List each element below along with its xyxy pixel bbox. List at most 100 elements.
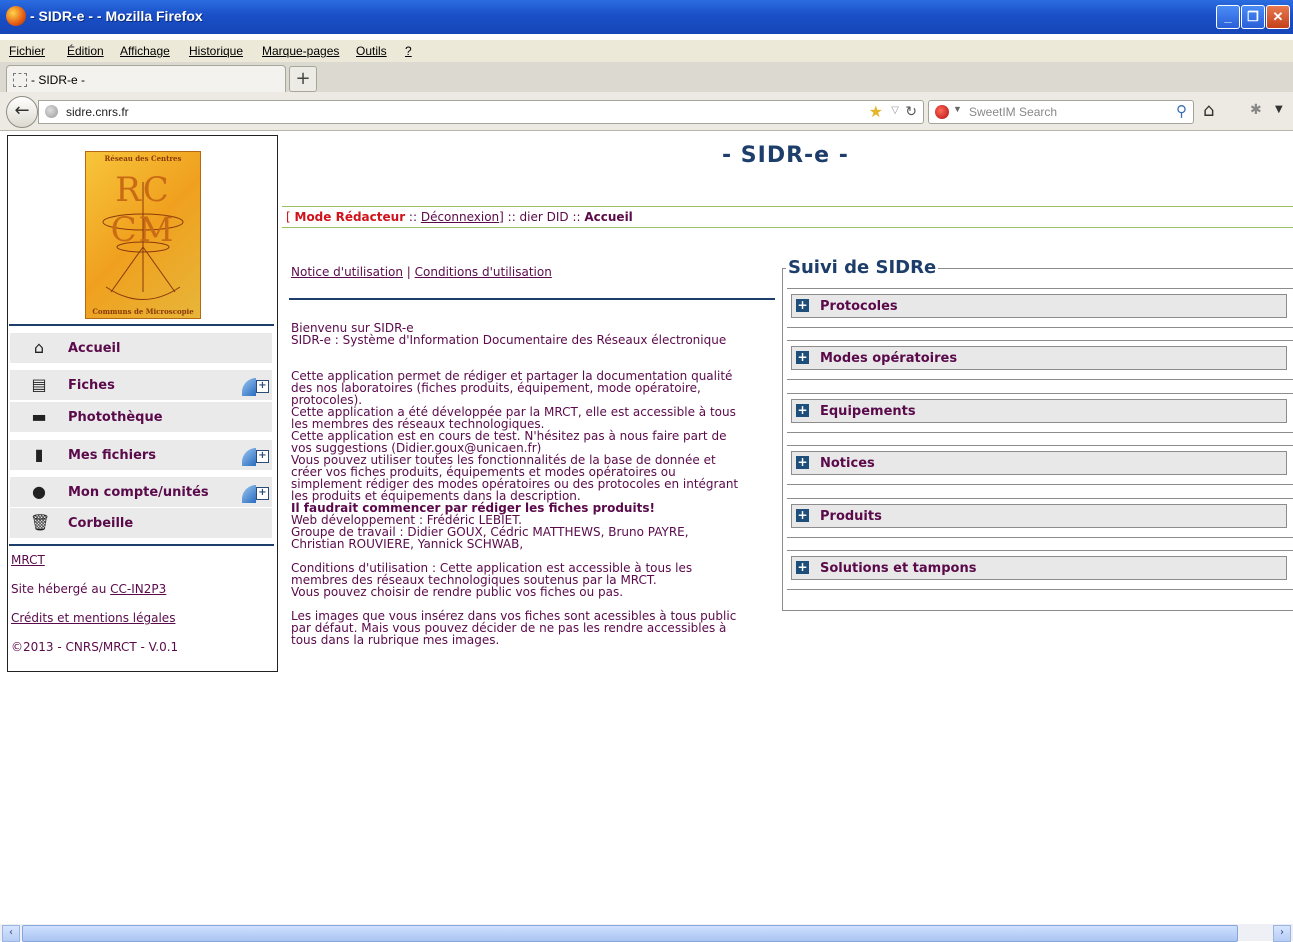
accordion-label: Modes opératoires — [820, 351, 958, 366]
home-icon: ⌂ — [33, 338, 45, 357]
logout-link[interactable]: Déconnexion — [421, 210, 499, 224]
sidebar-item-label: Mon compte/unités — [68, 485, 209, 500]
url-bar[interactable]: sidre.cnrs.fr ★ ▽ ↻ — [38, 100, 924, 124]
menu-edition[interactable]: Édition — [67, 44, 104, 58]
page-title: - SIDR-e - — [722, 143, 849, 168]
accordion-label: Produits — [820, 509, 882, 524]
sidebar-item-phototheque[interactable]: ▬ Photothèque — [10, 402, 272, 432]
horizontal-scrollbar[interactable]: ‹ › — [0, 924, 1293, 942]
welcome-text: Bienvenu sur SIDR-e SIDR-e : Système d'I… — [291, 322, 771, 646]
expand-fiches-icon[interactable]: + — [242, 378, 270, 396]
trash-icon: 🗑 — [30, 513, 51, 532]
menu-help[interactable]: ? — [405, 44, 412, 58]
search-engine-dropdown-icon[interactable]: ▼ — [953, 104, 962, 114]
menu-bar: Fichier Édition Affichage Historique Mar… — [0, 40, 1293, 62]
logo-initials: RC CM — [110, 170, 176, 250]
accordion-notices[interactable]: + Notices — [791, 451, 1287, 475]
toolbar-menu-icon[interactable]: ▼ — [1275, 104, 1283, 115]
sidebar-divider — [9, 544, 274, 546]
sidebar-item-label: Corbeille — [68, 516, 134, 531]
rccm-logo: Réseau des Centres RC CM Communs de Micr… — [85, 151, 201, 319]
site-identity-icon[interactable] — [45, 105, 58, 118]
body-line: Christian ROUVIERE, Yannick SCHWAB, — [291, 537, 524, 551]
addon-icon[interactable]: ✱ — [1250, 102, 1262, 118]
sidebar: Réseau des Centres RC CM Communs de Micr… — [7, 135, 278, 672]
menu-marque-pages[interactable]: Marque-pages — [262, 44, 339, 58]
mrct-link[interactable]: MRCT — [11, 553, 45, 567]
sidebar-item-mes-fichiers[interactable]: ▮ Mes fichiers + — [10, 440, 272, 470]
tab-bar: - SIDR-e - + — [0, 62, 1293, 93]
cc-in2p3-link[interactable]: CC-IN2P3 — [110, 582, 166, 596]
suivi-legend: Suivi de SIDRe — [786, 257, 939, 278]
accordion-solutions-tampons[interactable]: + Solutions et tampons — [791, 556, 1287, 580]
body-line: des nos laboratoires (fiches produits, é… — [291, 381, 701, 395]
tab-favicon-icon — [13, 73, 27, 87]
menu-outils[interactable]: Outils — [356, 44, 387, 58]
notice-link[interactable]: Notice d'utilisation — [291, 265, 403, 279]
expand-icon: + — [796, 455, 809, 469]
sidebar-divider — [9, 324, 274, 326]
scroll-left-icon[interactable]: ‹ — [2, 925, 20, 942]
magnifier-icon[interactable]: ⚲ — [1176, 102, 1187, 120]
tab-sidre[interactable]: - SIDR-e - — [6, 65, 286, 93]
status-user: ] :: dier DID :: — [499, 210, 585, 224]
hosted-text: Site hébergé au CC-IN2P3 — [11, 582, 167, 596]
window-title: - SIDR-e - - Mozilla Firefox — [30, 8, 203, 24]
accordion-label: Notices — [820, 456, 875, 471]
maximize-button[interactable]: ❐ — [1241, 5, 1265, 29]
sidebar-item-label: Mes fichiers — [68, 448, 157, 463]
conditions-link[interactable]: Conditions d'utilisation — [415, 265, 552, 279]
bookmark-star-icon[interactable]: ★ — [869, 102, 883, 122]
expand-fichiers-icon[interactable]: + — [242, 448, 270, 466]
intro-line: SIDR-e : Système d'Information Documenta… — [291, 333, 727, 347]
new-tab-button[interactable]: + — [289, 66, 317, 92]
search-input[interactable]: SweetIM Search — [969, 105, 1057, 119]
url-text[interactable]: sidre.cnrs.fr — [66, 105, 129, 119]
logo-bottom-text: Communs de Microscopie — [92, 307, 194, 316]
search-bar[interactable]: ▼ SweetIM Search ⚲ — [928, 100, 1194, 124]
expand-icon: + — [796, 298, 809, 312]
doc-links: Notice d'utilisation | Conditions d'util… — [291, 265, 552, 279]
menu-affichage[interactable]: Affichage — [120, 44, 170, 58]
reload-icon[interactable]: ↻ — [905, 103, 917, 120]
logo-top-text: Réseau des Centres — [104, 154, 182, 163]
menu-historique[interactable]: Historique — [189, 44, 243, 58]
menu-fichier[interactable]: Fichier — [9, 44, 45, 58]
body-line: tous dans la rubrique mes images. — [291, 633, 500, 647]
scroll-thumb[interactable] — [22, 925, 1238, 942]
copyright-text: ©2013 - CNRS/MRCT - V.0.1 — [11, 640, 179, 654]
home-button[interactable]: ⌂ — [1203, 100, 1214, 121]
accordion-protocoles[interactable]: + Protocoles — [791, 294, 1287, 318]
back-button[interactable]: ← — [6, 96, 38, 128]
sidebar-item-mon-compte[interactable]: ● Mon compte/unités + — [10, 477, 272, 507]
search-engine-icon[interactable] — [935, 105, 949, 119]
url-dropdown-icon[interactable]: ▽ — [891, 105, 899, 116]
accordion-label: Solutions et tampons — [820, 561, 977, 576]
sidebar-item-accueil[interactable]: ⌂ Accueil — [10, 333, 272, 363]
sidebar-item-label: Fiches — [68, 378, 115, 393]
expand-icon: + — [796, 508, 809, 522]
sidebar-item-label: Accueil — [68, 341, 121, 356]
expand-compte-icon[interactable]: + — [242, 485, 270, 503]
sidebar-item-corbeille[interactable]: 🗑 Corbeille — [10, 508, 272, 538]
close-button[interactable]: ✕ — [1266, 5, 1290, 29]
status-sep: :: — [405, 210, 421, 224]
accordion-label: Equipements — [820, 404, 916, 419]
accordion-label: Protocoles — [820, 299, 898, 314]
window-titlebar[interactable]: - SIDR-e - - Mozilla Firefox _ ❐ ✕ — [0, 0, 1293, 34]
sidebar-item-fiches[interactable]: ▤ Fiches + — [10, 370, 272, 400]
tab-label: - SIDR-e - — [31, 73, 85, 87]
body-line: Vous pouvez choisir de rendre public vos… — [291, 585, 624, 599]
status-open-bracket: [ — [286, 210, 295, 224]
scroll-right-icon[interactable]: › — [1273, 925, 1291, 942]
accordion-modes-operatoires[interactable]: + Modes opératoires — [791, 346, 1287, 370]
links-separator: | — [402, 265, 415, 279]
clipboard-icon: ▤ — [31, 375, 47, 394]
minimize-button[interactable]: _ — [1216, 5, 1240, 29]
accordion-produits[interactable]: + Produits — [791, 504, 1287, 528]
status-mode: Mode Rédacteur — [294, 210, 406, 224]
expand-icon: + — [796, 560, 809, 574]
accordion-equipements[interactable]: + Equipements — [791, 399, 1287, 423]
folder-icon: ▮ — [34, 445, 44, 464]
credits-link[interactable]: Crédits et mentions légales — [11, 611, 175, 625]
